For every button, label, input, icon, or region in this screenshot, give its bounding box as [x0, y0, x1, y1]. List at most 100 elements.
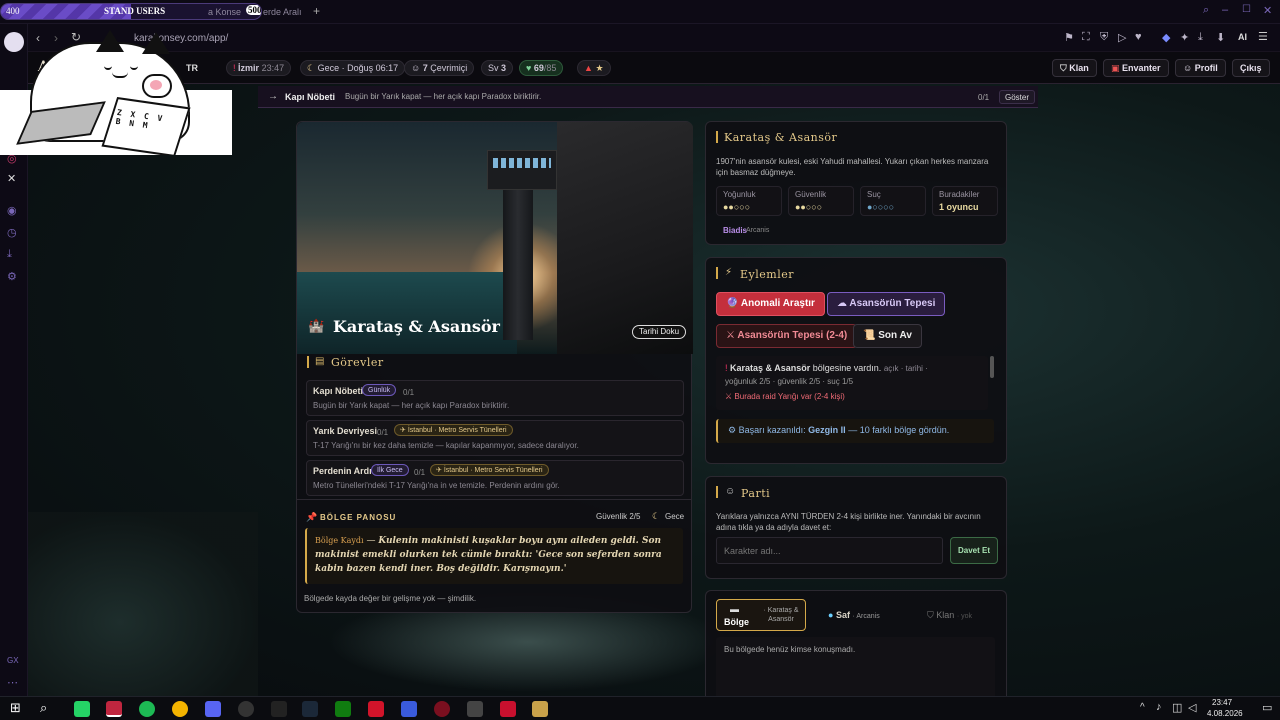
- menu-icon[interactable]: ☰: [1258, 30, 1268, 43]
- stat-safety: Güvenlik ●●○○○: [788, 186, 854, 216]
- actions-accent: [716, 267, 718, 279]
- notification-icon[interactable]: ▭: [1262, 701, 1272, 714]
- spotify-icon[interactable]: [139, 701, 155, 717]
- maximize-icon[interactable]: ☐: [1242, 4, 1251, 15]
- task-progress: 0/1: [414, 468, 426, 477]
- extension-icon[interactable]: ◆: [1162, 31, 1170, 44]
- log-meta2: yoğunluk 2/5 · güvenlik 2/5 · suç 1/5: [725, 377, 854, 386]
- chat-tab-region[interactable]: ▬ Bölge · Karataş & Asansör: [716, 599, 806, 631]
- task-desc: Bugün bir Yarık kapat — her açık kapı Pa…: [313, 401, 510, 410]
- new-tab-icon[interactable]: +: [313, 4, 320, 18]
- riot-icon[interactable]: [500, 701, 516, 717]
- stand-right-count: 500: [246, 5, 262, 15]
- xbox-icon[interactable]: [335, 701, 351, 717]
- settings-icon[interactable]: ⚙: [7, 270, 17, 283]
- actions-title: Eylemler: [740, 268, 794, 281]
- task-name: Perdenin Ardı: [313, 466, 372, 476]
- windows-start-icon[interactable]: ⊞: [10, 700, 21, 716]
- board-record-label: Bölge Kaydı: [315, 536, 364, 545]
- network-icon[interactable]: ◫: [1172, 701, 1182, 714]
- level-pill: Sv 3: [481, 60, 514, 76]
- heart-icon[interactable]: ♥: [1135, 31, 1142, 43]
- log-raid: ⚔ Burada raid Yarığı var (2-4 kişi): [725, 392, 845, 401]
- puzzle-icon[interactable]: ✦: [1180, 31, 1189, 44]
- minimize-icon[interactable]: –: [1222, 4, 1228, 16]
- board-safety: Güvenlik 2/5: [596, 512, 641, 521]
- downloads-icon[interactable]: ⤓: [7, 248, 12, 261]
- browser-tab-bar: 400 STAND USERS 500 a Konse erde Aralı +…: [0, 0, 1280, 24]
- app-blue-icon[interactable]: [401, 701, 417, 717]
- cat-paw-pad: [150, 80, 162, 90]
- save-icon[interactable]: ⬇: [1216, 31, 1225, 44]
- shield-icon[interactable]: ⛨: [1100, 31, 1108, 44]
- raid-label: Asansörün Tepesi (2-4): [737, 330, 848, 341]
- raid-button[interactable]: ⚔ Asansörün Tepesi (2-4): [716, 324, 858, 348]
- alerts-pill[interactable]: ▲ ★: [577, 60, 611, 76]
- valorant-icon[interactable]: [434, 701, 450, 717]
- elevator-top-button[interactable]: ☁ Asansörün Tepesi: [827, 292, 946, 316]
- task-location-label: İstanbul · Metro Servis Tünelleri: [443, 467, 543, 474]
- sea: [297, 272, 517, 354]
- opera-gx-icon[interactable]: [106, 701, 122, 717]
- bookmark-icon[interactable]: ⚑: [1064, 31, 1074, 44]
- task-desc: Metro Tünelleri'ndeki T-17 Yarığı'na in …: [313, 481, 560, 490]
- party-icon: ☺: [725, 486, 736, 497]
- close-icon[interactable]: ✕: [1263, 4, 1272, 17]
- app-gray-icon[interactable]: [467, 701, 483, 717]
- tab-label-1[interactable]: a Konse: [208, 7, 241, 17]
- party-desc: Yarıklara yalnızca AYNI TÜRDEN 2-4 kişi …: [716, 512, 981, 532]
- volume-icon[interactable]: ◁: [1188, 701, 1196, 714]
- chat-tab-clan[interactable]: ⛉ Klan · yok: [908, 603, 994, 628]
- steam-icon[interactable]: [302, 701, 318, 717]
- achievement-log: ⚙ Başarı kazanıldı: Gezgin II — 10 farkl…: [716, 419, 994, 443]
- screenshot-icon[interactable]: ⛶: [1082, 31, 1090, 44]
- play-circle-icon[interactable]: ◉: [7, 204, 17, 217]
- inventory-button[interactable]: ▣ Envanter: [1103, 59, 1169, 77]
- task-row[interactable]: Kapı Nöbeti Günlük 0/1 Bugün bir Yarık k…: [306, 380, 684, 416]
- app-red-icon[interactable]: [368, 701, 384, 717]
- gx-icon[interactable]: GX: [7, 656, 19, 665]
- more-icon[interactable]: ⋯: [7, 676, 18, 689]
- board-record-text: Kulenin makinisti kuşaklar boyu aynı ail…: [315, 536, 662, 574]
- anomaly-button[interactable]: 🔮 Anomali Araştır: [716, 292, 825, 316]
- hp-value: 69: [533, 63, 544, 73]
- quest-strip-show-button[interactable]: Göster: [999, 90, 1036, 104]
- stat-density: Yoğunluk ●●○○○: [716, 186, 782, 216]
- chrome-icon[interactable]: [172, 701, 188, 717]
- clock-date[interactable]: 4.08.2026: [1207, 709, 1243, 718]
- play-icon[interactable]: ▷: [1118, 31, 1126, 44]
- search-icon[interactable]: ⌕: [1203, 4, 1209, 17]
- tab-label-2[interactable]: erde Aralı: [263, 7, 302, 17]
- epic-games-icon[interactable]: [271, 701, 287, 717]
- mic-icon[interactable]: ♪: [1156, 701, 1162, 713]
- clock-time[interactable]: 23:47: [1212, 698, 1232, 707]
- online-pill: ☺ 7 Çevrimiçi: [404, 60, 475, 76]
- profile-button[interactable]: ☺ Profil: [1175, 59, 1226, 77]
- task-row[interactable]: Perdenin Ardı İlk Gece 0/1 ✈ İstanbul · …: [306, 460, 684, 496]
- logout-button[interactable]: Çıkış: [1232, 59, 1270, 77]
- stat-label: Buradakiler: [939, 190, 980, 199]
- tray-chevron-icon[interactable]: ^: [1140, 702, 1145, 713]
- inventory-label: Envanter: [1122, 63, 1161, 73]
- taskbar-search-icon[interactable]: ⌕: [40, 700, 47, 716]
- chat-tab-faction[interactable]: ● Saf · Arcanis: [814, 603, 900, 628]
- last-hunt-button[interactable]: 📜 Son Av: [853, 324, 922, 348]
- hero-badge[interactable]: Tarihi Doku: [632, 325, 687, 339]
- character-name-input[interactable]: [716, 537, 943, 564]
- stat-players: Buradakiler 1 oyuncu: [932, 186, 998, 216]
- task-row[interactable]: Yarık Devriyesi 0/1 ✈ İstanbul · Metro S…: [306, 420, 684, 456]
- scrollbar[interactable]: [990, 356, 994, 378]
- download-icon[interactable]: ⤓: [1198, 31, 1203, 44]
- ai-button[interactable]: AI: [1238, 32, 1247, 42]
- npc-name[interactable]: Biadis: [723, 226, 747, 235]
- league-icon[interactable]: [532, 701, 548, 717]
- klan-button[interactable]: ⛉ Klan: [1052, 59, 1097, 77]
- chatgpt-icon[interactable]: [238, 701, 254, 717]
- x-icon[interactable]: ✕: [7, 172, 16, 185]
- stat-value: ●●○○○: [795, 202, 823, 212]
- discord-icon[interactable]: [205, 701, 221, 717]
- city-time: 23:47: [261, 63, 285, 73]
- invite-button[interactable]: Davet Et: [950, 537, 999, 564]
- history-icon[interactable]: ◷: [7, 226, 17, 239]
- whatsapp-icon[interactable]: [74, 701, 90, 717]
